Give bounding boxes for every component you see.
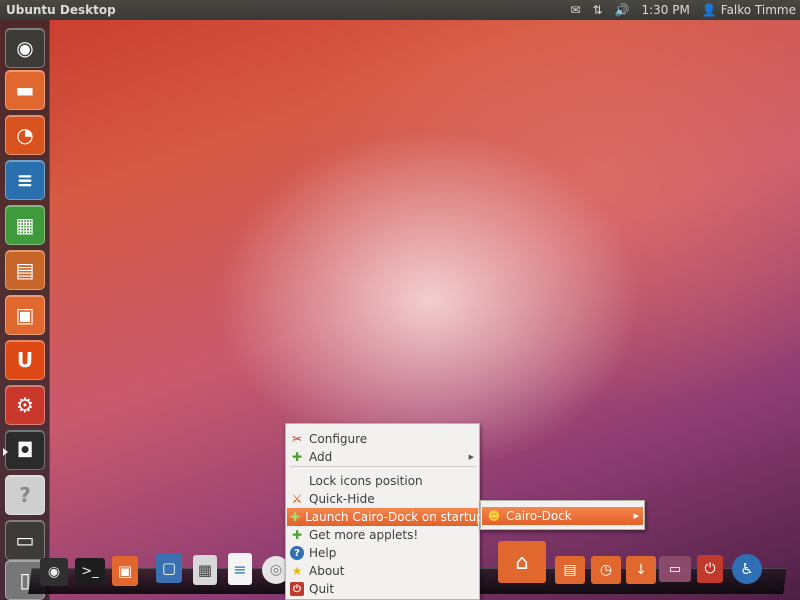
context-menu: ✂ Configure ✚ Add ▶ Lock icons position ⚔ Quick… xyxy=(285,423,484,600)
menu-item-label: Launch Cairo-Dock on startup xyxy=(305,510,484,524)
dock-ubuntu-icon[interactable]: ◉ xyxy=(40,558,68,586)
menu-item-spacer xyxy=(290,474,304,488)
dock-accessibility-icon[interactable]: ♿ xyxy=(732,554,762,584)
dock-software-center-icon[interactable]: ▣ xyxy=(112,556,138,586)
menu-item-label: Help xyxy=(309,546,337,560)
menu-item-label: Quick-Hide xyxy=(309,492,375,506)
firefox-icon: ◔ xyxy=(16,123,34,147)
ubuntu-one-icon: U xyxy=(16,348,34,372)
dock-documents-folder-icon[interactable]: ▤ xyxy=(555,556,585,584)
volume-icon[interactable]: 🔊 xyxy=(609,0,636,20)
menu-item-label: Quit xyxy=(309,582,335,596)
dock-home-folder-icon[interactable]: ⌂ xyxy=(498,541,546,583)
folder-icon: ▬ xyxy=(15,78,35,102)
gear-wrench-icon: ⚙ xyxy=(16,393,34,417)
dock-document-icon[interactable]: ≡ xyxy=(228,553,252,585)
workspace-switcher-launcher[interactable]: ▭ xyxy=(5,520,45,560)
dock-terminal-icon[interactable]: >_ xyxy=(75,558,105,584)
writer-icon: ≡ xyxy=(16,168,34,192)
cairo-dock-launcher[interactable]: ◘ xyxy=(3,430,45,470)
unity-launcher: ◉ ▬ ◔ ≡ ▦ ▤ ▣ U ⚙ ◘? ▭ ▯ xyxy=(0,20,50,600)
menu-item-label: Configure xyxy=(309,432,368,446)
menu-item-get-more-applets[interactable]: ✚ Get more applets! xyxy=(287,526,478,544)
libreoffice-writer-launcher[interactable]: ≡ xyxy=(5,160,45,200)
hide-icon: ⚔ xyxy=(291,492,303,506)
menu-item-quick-hide[interactable]: ⚔ Quick-Hide xyxy=(287,490,478,508)
plus-icon: ✚ xyxy=(291,450,303,464)
menu-item-label: Get more applets! xyxy=(309,528,419,542)
network-icon[interactable]: ⇅ xyxy=(586,0,608,20)
help-icon: ? xyxy=(290,546,304,560)
menu-item-lock-icons-position[interactable]: Lock icons position xyxy=(287,472,478,490)
firefox-launcher[interactable]: ◔ xyxy=(5,115,45,155)
menu-item-label: Add xyxy=(309,450,333,464)
menu-item-add[interactable]: ✚ Add ▶ xyxy=(287,448,478,466)
cairo-dock-icon: ◘ xyxy=(16,438,34,462)
indicator-area: ✉ ⇅ 🔊 1:30 PM 👤 Falko Timme xyxy=(564,0,800,20)
chevron-right-icon: ▶ xyxy=(468,453,474,461)
submenu-item-label: Cairo-Dock xyxy=(506,509,572,523)
impress-icon: ▤ xyxy=(15,258,35,282)
clock[interactable]: 1:30 PM xyxy=(635,0,695,20)
help-launcher[interactable]: ? xyxy=(5,475,45,515)
question-icon: ? xyxy=(19,483,31,507)
libreoffice-impress-launcher[interactable]: ▤ xyxy=(5,250,45,290)
user-menu[interactable]: 👤 Falko Timme xyxy=(696,0,800,20)
menu-item-configure[interactable]: ✂ Configure xyxy=(287,430,478,448)
menu-separator xyxy=(290,466,477,467)
dash-home-button[interactable]: ◉ xyxy=(5,28,45,68)
software-center-launcher[interactable]: ▣ xyxy=(5,295,45,335)
dock-calculator-icon[interactable]: ▦ xyxy=(193,555,217,585)
cairo-dock-icon: ☻ xyxy=(487,509,501,523)
dock-display-icon[interactable]: ▢ xyxy=(156,553,182,583)
menu-item-label: Lock icons position xyxy=(309,474,423,488)
shopping-bag-icon: ▣ xyxy=(15,303,35,327)
top-panel: Ubuntu Desktop ✉ ⇅ 🔊 1:30 PM 👤 Falko Tim… xyxy=(0,0,800,20)
ubuntu-logo-icon: ◉ xyxy=(16,36,34,60)
home-folder-launcher[interactable]: ▬ xyxy=(5,70,45,110)
submenu-item-cairo-dock[interactable]: ☻ Cairo-Dock ▶ xyxy=(482,507,643,525)
wrench-icon: ✂ xyxy=(291,432,303,446)
dock-recent-folder-icon[interactable]: ◷ xyxy=(591,556,621,584)
calc-icon: ▦ xyxy=(15,213,35,237)
dock-downloads-folder-icon[interactable]: ↓ xyxy=(626,556,656,584)
window-title: Ubuntu Desktop xyxy=(6,3,116,17)
user-name: Falko Timme xyxy=(720,3,796,17)
menu-item-help[interactable]: ? Help xyxy=(287,544,478,562)
menu-item-about[interactable]: ★ About xyxy=(287,562,478,580)
power-icon: ⏻ xyxy=(290,582,304,596)
menu-item-label: About xyxy=(309,564,345,578)
plus-icon: ✚ xyxy=(290,510,301,524)
menu-item-quit[interactable]: ⏻ Quit xyxy=(287,580,478,598)
dock-window-icon[interactable]: ▭ xyxy=(659,556,691,582)
user-icon: 👤 xyxy=(701,3,717,17)
mail-icon[interactable]: ✉ xyxy=(564,0,586,20)
menu-item-launch-cairo-dock-on-startup[interactable]: ✚ Launch Cairo-Dock on startup xyxy=(287,508,484,526)
star-icon: ★ xyxy=(291,564,303,578)
system-settings-launcher[interactable]: ⚙ xyxy=(5,385,45,425)
workspace-icon: ▭ xyxy=(15,528,35,552)
running-indicator xyxy=(3,448,8,456)
launch-on-startup-submenu: ☻ Cairo-Dock ▶ xyxy=(480,500,645,530)
ubuntu-one-launcher[interactable]: U xyxy=(5,340,45,380)
chevron-right-icon: ▶ xyxy=(633,512,639,520)
plus-icon: ✚ xyxy=(291,528,303,542)
dock-power-icon[interactable]: ⏻ xyxy=(697,555,723,583)
libreoffice-calc-launcher[interactable]: ▦ xyxy=(5,205,45,245)
